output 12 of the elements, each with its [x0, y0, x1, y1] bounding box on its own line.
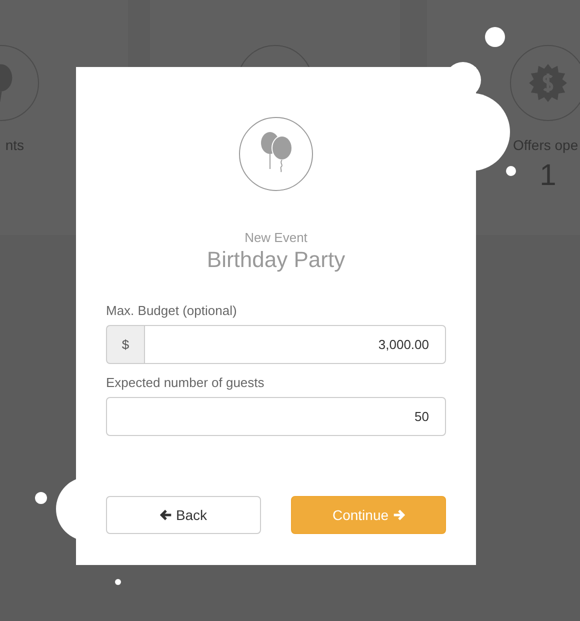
modal-subtitle: New Event [244, 230, 308, 245]
back-button[interactable]: Back [106, 496, 261, 534]
input-field[interactable]: 50 [106, 397, 446, 436]
modal-title: Birthday Party [206, 247, 346, 273]
field-label: Max. Budget (optional) [106, 303, 238, 318]
arrow-left-icon [160, 509, 172, 521]
dollar-badge-icon [529, 63, 567, 103]
field-label: Expected number of guests [106, 375, 266, 390]
currency-addon: $ [106, 325, 144, 364]
arrow-right-icon [392, 509, 405, 521]
input-field[interactable]: 3,000.00 [144, 325, 446, 364]
balloons-icon [239, 117, 313, 191]
